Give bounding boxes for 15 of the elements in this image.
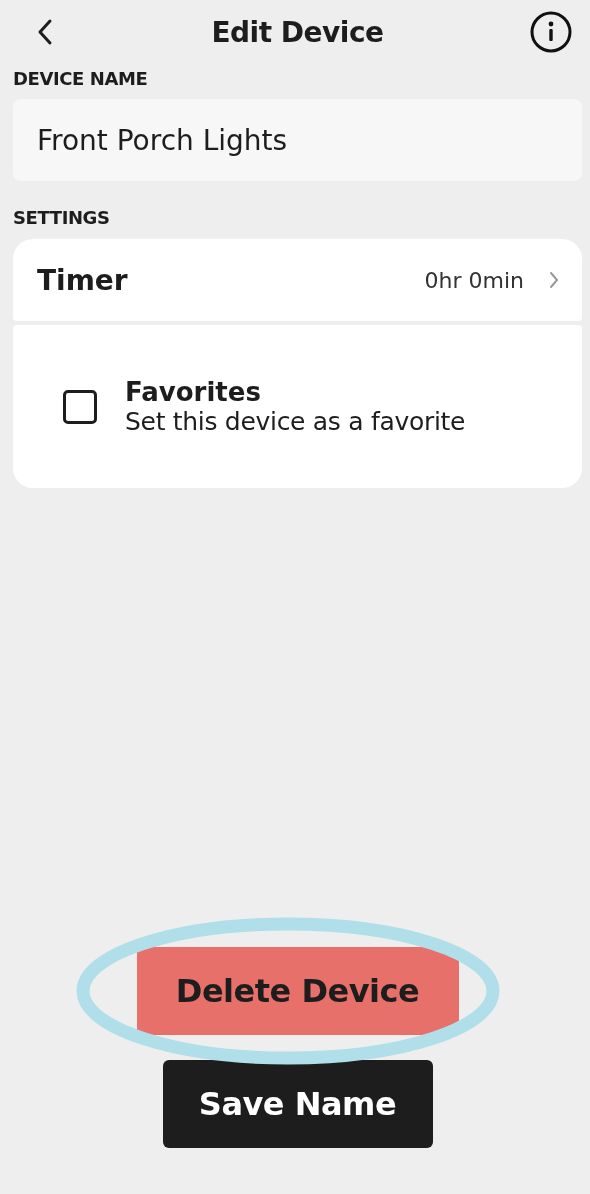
timer-value: 0hr 0min	[424, 267, 524, 293]
timer-row[interactable]: Timer 0hr 0min	[13, 239, 582, 321]
name-field[interactable]: Front Porch Lights	[13, 99, 582, 181]
favorite-checkbox[interactable]	[63, 389, 97, 424]
page-title: Edit Device	[211, 15, 384, 49]
info-icon	[530, 11, 572, 53]
favorites-description: Set this device as a favorite	[125, 407, 466, 436]
info-button[interactable]	[530, 11, 572, 53]
delete-device-button[interactable]: Delete Device	[136, 947, 459, 1035]
chevron-right-icon	[548, 270, 560, 290]
save-name-button[interactable]: Save Name	[162, 1060, 433, 1148]
timer-label: Timer	[37, 263, 129, 297]
section-label: DEVICE NAME	[13, 68, 148, 89]
section-label: SETTINGS	[13, 207, 110, 228]
favorites-title: Favorites	[125, 377, 262, 407]
